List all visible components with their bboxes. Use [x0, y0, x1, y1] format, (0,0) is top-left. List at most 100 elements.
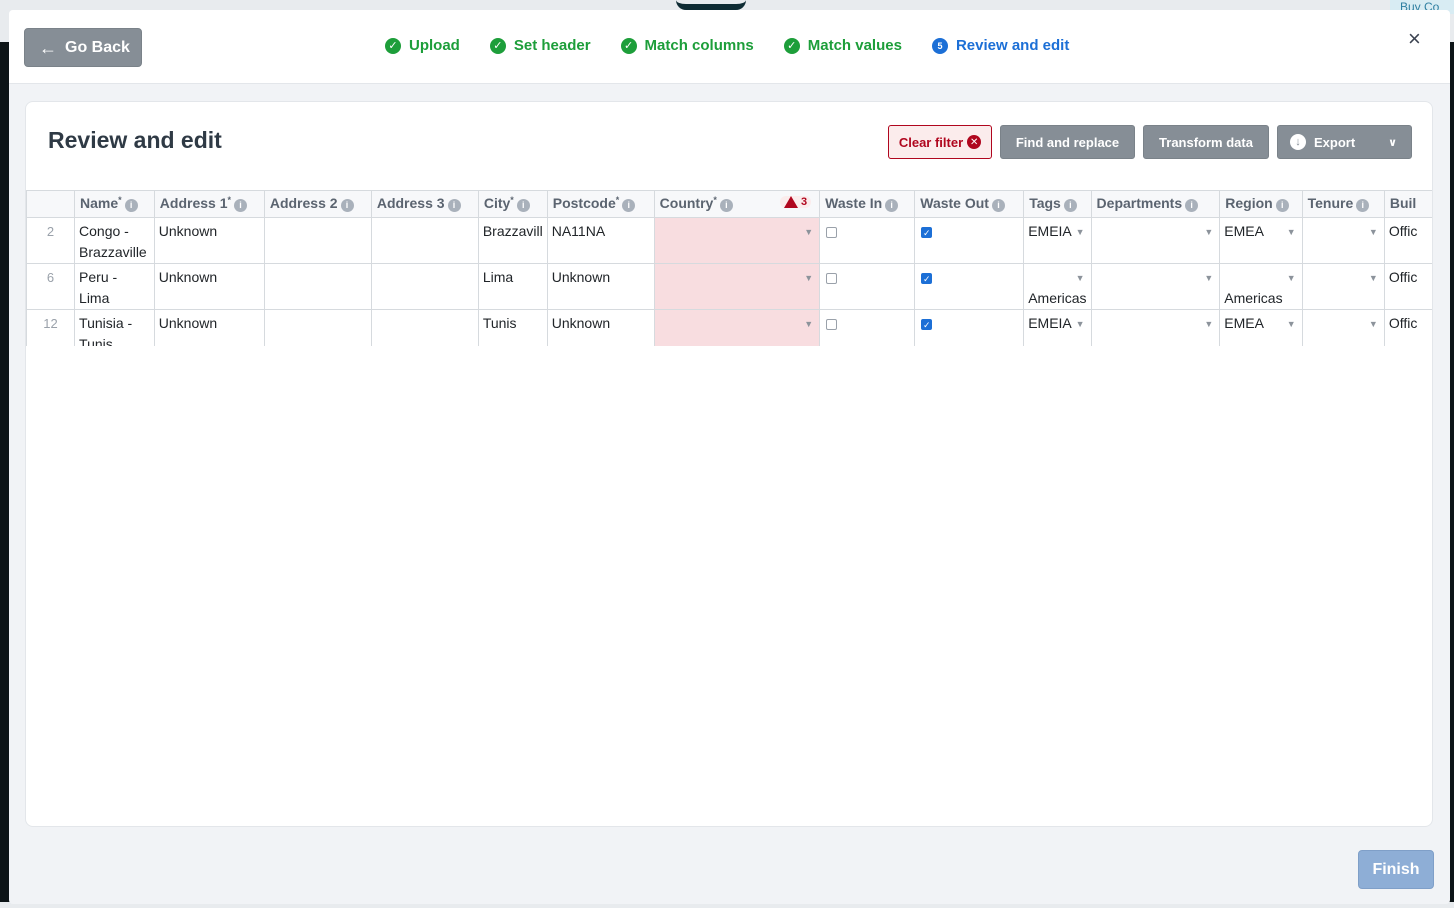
info-icon[interactable]: i: [447, 199, 461, 212]
info-icon[interactable]: i: [516, 199, 530, 212]
review-table: Name* i Address 1* i Address 2i Address 3i…: [26, 190, 1432, 346]
cell-building[interactable]: Offic: [1383, 217, 1432, 264]
column-header-postcode[interactable]: Postcode* i: [546, 190, 655, 218]
cell-departments[interactable]: ▼: [1090, 263, 1221, 310]
cell-country[interactable]: ▼: [653, 217, 821, 264]
info-icon[interactable]: i: [340, 199, 354, 212]
cell-postcode[interactable]: Unknown: [546, 309, 655, 346]
info-icon[interactable]: i: [1275, 199, 1289, 212]
dropdown-caret-icon[interactable]: ▼: [1204, 268, 1213, 289]
dropdown-caret-icon[interactable]: ▼: [1076, 268, 1085, 289]
cell-address-3[interactable]: [370, 309, 479, 346]
dropdown-caret-icon[interactable]: ▼: [1369, 268, 1378, 289]
cell-name[interactable]: Congo - Brazzaville: [74, 217, 155, 264]
cell-tenure[interactable]: ▼: [1301, 309, 1385, 346]
column-label: Country: [659, 195, 714, 211]
dropdown-caret-icon[interactable]: ▼: [1076, 222, 1085, 243]
column-header-waste-in[interactable]: Waste In i: [819, 190, 916, 218]
waste-out-checkbox[interactable]: ✓: [921, 227, 933, 238]
cell-tenure[interactable]: ▼: [1301, 263, 1385, 310]
cell-postcode[interactable]: NA11NA: [546, 217, 655, 264]
info-icon[interactable]: i: [622, 199, 636, 212]
info-icon[interactable]: i: [1356, 199, 1370, 212]
dropdown-caret-icon[interactable]: ▼: [1204, 314, 1213, 335]
dropdown-caret-icon[interactable]: ▼: [1369, 314, 1378, 335]
cell-waste-in: [819, 309, 916, 346]
cell-tags[interactable]: EMEIA ▼: [1023, 309, 1092, 346]
info-icon[interactable]: i: [234, 199, 247, 212]
cell-region[interactable]: Americas ▼: [1219, 263, 1303, 310]
dropdown-caret-icon[interactable]: ▼: [804, 268, 813, 289]
cell-tenure[interactable]: ▼: [1301, 217, 1385, 264]
column-header-tenure[interactable]: Tenure i: [1301, 190, 1385, 218]
column-header-waste-out[interactable]: Waste Out i: [914, 190, 1025, 218]
export-label: Export: [1314, 134, 1356, 150]
cell-address-2[interactable]: [263, 309, 372, 346]
cell-country[interactable]: ▼: [653, 309, 821, 346]
waste-in-checkbox[interactable]: [826, 273, 838, 284]
dropdown-caret-icon[interactable]: ▼: [1076, 314, 1085, 335]
dropdown-caret-icon[interactable]: ▼: [1287, 268, 1296, 289]
column-header-tags[interactable]: Tags i: [1023, 190, 1092, 218]
cell-address-1[interactable]: Unknown: [153, 217, 265, 264]
cell-building[interactable]: Offic: [1383, 309, 1432, 346]
column-header-name[interactable]: Name* i: [74, 190, 155, 218]
dropdown-caret-icon[interactable]: ▼: [804, 314, 813, 335]
export-button[interactable]: ↓ Export ∨: [1277, 125, 1412, 159]
step-match-columns: ✓ Match columns: [620, 37, 754, 54]
find-and-replace-button[interactable]: Find and replace: [1000, 125, 1135, 159]
info-icon[interactable]: i: [719, 199, 733, 212]
column-header-country[interactable]: Country* i 3: [653, 190, 821, 218]
cell-tags[interactable]: EMEIA ▼: [1023, 217, 1092, 264]
import-modal: ← Go Back ✓ Upload ✓ Set header ✓ Match …: [9, 10, 1450, 904]
waste-out-checkbox[interactable]: ✓: [921, 319, 933, 330]
waste-in-checkbox[interactable]: [826, 319, 838, 330]
cell-address-2[interactable]: [263, 217, 372, 264]
cell-country[interactable]: ▼: [653, 263, 821, 310]
error-count-badge[interactable]: 3: [780, 196, 812, 208]
clear-filter-button[interactable]: Clear filter ✕: [888, 125, 992, 159]
cell-address-3[interactable]: [370, 217, 479, 264]
info-icon[interactable]: i: [1063, 199, 1077, 212]
cell-departments[interactable]: ▼: [1090, 309, 1221, 346]
column-header-departments[interactable]: Departments i: [1090, 190, 1221, 218]
column-header-address-3[interactable]: Address 3i: [370, 190, 479, 218]
chevron-down-icon[interactable]: ∨: [1388, 136, 1397, 149]
column-header-address-1[interactable]: Address 1* i: [153, 190, 265, 218]
info-icon[interactable]: i: [991, 199, 1005, 212]
cell-waste-in: [819, 217, 916, 264]
info-icon[interactable]: i: [885, 199, 899, 212]
column-header-city[interactable]: City* i: [477, 190, 548, 218]
dropdown-caret-icon[interactable]: ▼: [1204, 222, 1213, 243]
info-icon[interactable]: i: [124, 199, 138, 212]
column-header-address-2[interactable]: Address 2i: [263, 190, 372, 218]
waste-in-checkbox[interactable]: [826, 227, 838, 238]
cell-address-2[interactable]: [263, 263, 372, 310]
cell-address-1[interactable]: Unknown: [153, 309, 265, 346]
cell-address-1[interactable]: Unknown: [153, 263, 265, 310]
info-icon[interactable]: i: [1185, 199, 1199, 212]
cell-region[interactable]: EMEA ▼: [1219, 217, 1303, 264]
dropdown-caret-icon[interactable]: ▼: [1287, 314, 1296, 335]
finish-button[interactable]: Finish: [1358, 850, 1434, 889]
waste-out-checkbox[interactable]: ✓: [921, 273, 933, 284]
close-icon[interactable]: ×: [1408, 28, 1421, 50]
column-header-region[interactable]: Region i: [1219, 190, 1303, 218]
dropdown-caret-icon[interactable]: ▼: [1369, 222, 1378, 243]
cell-name[interactable]: Peru - Lima: [74, 263, 155, 310]
cell-city[interactable]: Brazzavill: [477, 217, 548, 264]
cell-address-3[interactable]: [370, 263, 479, 310]
dropdown-caret-icon[interactable]: ▼: [1287, 222, 1296, 243]
cell-departments[interactable]: ▼: [1090, 217, 1221, 264]
cell-postcode[interactable]: Unknown: [546, 263, 655, 310]
cell-region[interactable]: EMEA ▼: [1219, 309, 1303, 346]
column-header-building[interactable]: Buil: [1383, 190, 1432, 218]
cell-building[interactable]: Offic: [1383, 263, 1432, 310]
transform-data-button[interactable]: Transform data: [1143, 125, 1269, 159]
cell-name[interactable]: Tunisia - Tunis: [74, 309, 155, 346]
dropdown-caret-icon[interactable]: ▼: [804, 222, 813, 243]
cell-city[interactable]: Lima: [477, 263, 548, 310]
go-back-button[interactable]: ← Go Back: [24, 28, 142, 67]
cell-city[interactable]: Tunis: [477, 309, 548, 346]
cell-tags[interactable]: Americas ▼: [1023, 263, 1092, 310]
